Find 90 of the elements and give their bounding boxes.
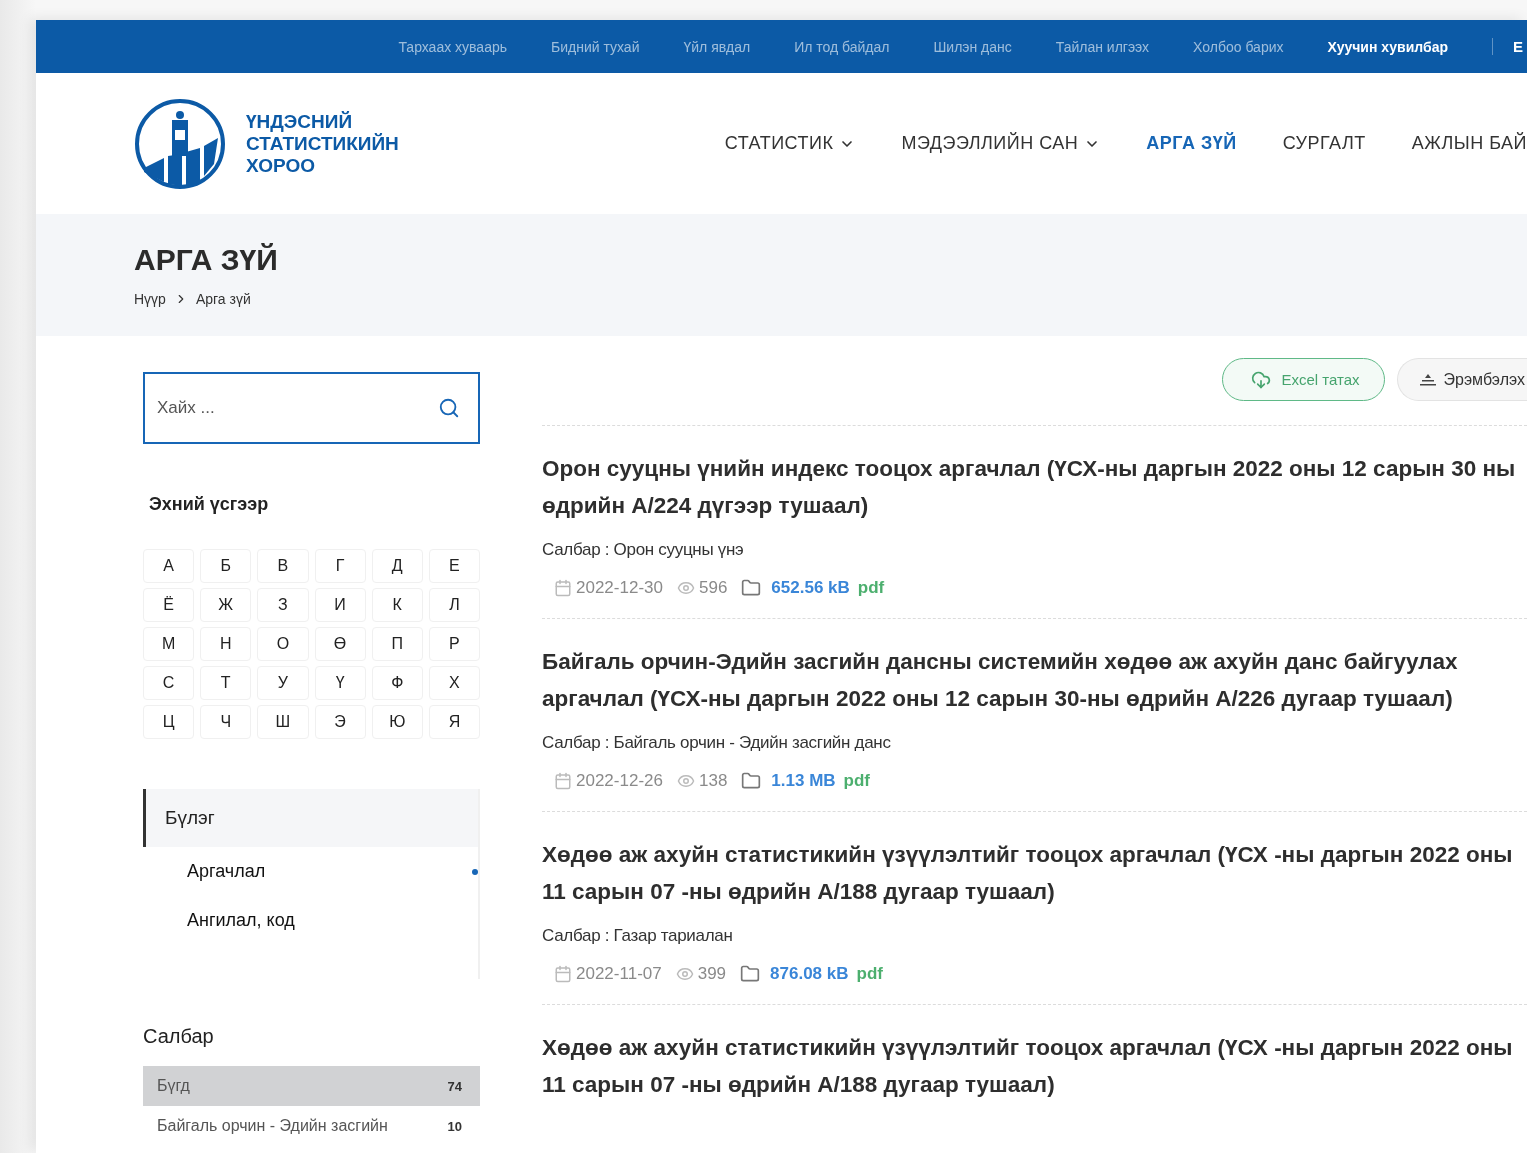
letter-button[interactable]: Ф	[371, 666, 423, 700]
folder-icon	[740, 964, 761, 984]
document-title[interactable]: Хөдөө аж ахуйн статистикийн үзүүлэлтийг тооцох аргачлал (ҮСХ -ны даргын 2022 оны 11 сарын 07 -ны өдрийн А/188 дугаар тушаал)	[542, 1029, 1527, 1103]
letter-button[interactable]: Р	[428, 627, 480, 661]
document-date: 2022-11-07	[576, 964, 662, 984]
search-field[interactable]: Хайх ...	[143, 372, 480, 444]
sort-button[interactable]: Эрэмбэлэх	[1396, 358, 1527, 401]
letter-button[interactable]: Ч	[200, 705, 252, 739]
sector-label: Байгаль орчин - Эдийн засгийн	[157, 1117, 388, 1135]
file-size: 652.56 kB	[771, 578, 850, 598]
eye-icon	[676, 772, 695, 790]
letter-button[interactable]: О	[257, 627, 309, 661]
file-size: 876.08 kB	[770, 964, 849, 984]
folder-icon	[741, 578, 762, 598]
sector-count: 10	[447, 1118, 462, 1134]
letter-button[interactable]: Ж	[200, 588, 252, 622]
letter-button[interactable]: З	[257, 588, 309, 622]
top-link[interactable]: Үйл явдал	[683, 38, 751, 55]
letter-button[interactable]: Ө	[314, 627, 366, 661]
view-count: 399	[697, 964, 727, 984]
search-icon	[438, 397, 460, 419]
letter-button[interactable]: Л	[428, 588, 480, 622]
document-date: 2022-12-26	[576, 771, 663, 791]
calendar-icon	[554, 579, 572, 597]
letter-button[interactable]: Ш	[257, 705, 309, 739]
letter-button[interactable]: К	[371, 588, 423, 622]
eye-icon	[676, 579, 695, 597]
nav-item[interactable]: СТАТИСТИК	[724, 133, 856, 154]
eye-icon	[675, 965, 694, 983]
calendar-icon	[554, 772, 572, 790]
letter-button[interactable]: А	[143, 549, 195, 583]
letter-button[interactable]: С	[143, 666, 195, 700]
letter-button[interactable]: Н	[200, 627, 252, 661]
letters-heading: Эхний үсгээр	[149, 494, 270, 515]
letter-button[interactable]: Б	[200, 549, 252, 583]
letter-button[interactable]: М	[143, 627, 195, 661]
sector-item[interactable]: Байгаль орчин - Эдийн засгийн 10	[143, 1106, 480, 1146]
sector-item[interactable]: Бүгд 74	[143, 1066, 480, 1106]
sector-label: Бүгд	[157, 1077, 190, 1095]
nav-item[interactable]: МЭДЭЭЛЛИЙН САН	[901, 133, 1101, 154]
nav-item[interactable]: СУРГАЛТ	[1282, 133, 1366, 154]
sector-heading: Салбар	[143, 1025, 215, 1048]
letter-button[interactable]: Т	[200, 666, 252, 700]
document-sector: Салбар : Орон сууцны үнэ	[542, 540, 745, 560]
top-link[interactable]: Ил тод байдал	[794, 38, 890, 55]
view-count: 138	[698, 771, 728, 791]
document-date: 2022-12-30	[576, 578, 663, 598]
letter-button[interactable]: Ё	[143, 588, 195, 622]
letter-button[interactable]: В	[257, 549, 309, 583]
group-item[interactable]: Ангилал, код	[187, 910, 295, 931]
view-count: 596	[698, 578, 728, 598]
letter-button[interactable]: Э	[314, 705, 366, 739]
letter-button[interactable]: Г	[314, 549, 366, 583]
logo-text[interactable]: ҮНДЭСНИЙ СТАТИСТИКИЙН ХОРОО	[246, 110, 399, 177]
letter-button[interactable]: Ю	[371, 705, 423, 739]
group-item[interactable]: Аргачлал	[187, 861, 266, 882]
document-title[interactable]: Байгаль орчин-Эдийн засгийн дансны системийн хөдөө аж ахуйн данс байгуулах аргачлал (ҮСХ-ны даргын 2022 оны 12 сарын 30-ны өдрийн А/226 дугаар тушаал)	[542, 643, 1527, 717]
letter-button[interactable]: И	[314, 588, 366, 622]
document-title[interactable]: Хөдөө аж ахуйн статистикийн үзүүлэлтийг тооцох аргачлал (ҮСХ -ны даргын 2022 оны 11 сарын 07 -ны өдрийн А/188 дугаар тушаал)	[542, 836, 1527, 910]
sector-count: 74	[447, 1078, 462, 1094]
breadcrumb-link[interactable]: Арга зүй	[195, 291, 251, 307]
letter-button[interactable]: Я	[428, 705, 480, 739]
file-size: 1.13 MB	[771, 771, 836, 791]
document-sector: Салбар : Газар тариалан	[542, 926, 734, 946]
letter-button[interactable]: Е	[428, 549, 480, 583]
letter-button[interactable]: У	[257, 666, 309, 700]
top-link[interactable]: Хуучин хувилбар	[1327, 38, 1448, 55]
top-link[interactable]: Холбоо барих	[1193, 38, 1284, 55]
page-title: АРГА ЗҮЙ	[134, 243, 279, 277]
top-link[interactable]: Тайлан илгээх	[1055, 38, 1150, 55]
top-link[interactable]: Бидний тухай	[551, 38, 640, 55]
breadcrumb-link[interactable]: Нүүр	[134, 291, 166, 307]
folder-icon	[741, 771, 762, 791]
document-sector: Салбар : Байгаль орчин - Эдийн засгийн данс	[542, 733, 892, 753]
top-link[interactable]: Шилэн данс	[933, 38, 1012, 55]
top-link[interactable]: Тархаах хуваарь	[398, 38, 507, 55]
language-link[interactable]: E	[1492, 38, 1527, 55]
nav-item[interactable]: АРГА ЗҮЙ	[1146, 133, 1237, 154]
group-heading: Бүлэг	[143, 789, 478, 847]
letter-button[interactable]: Ц	[143, 705, 195, 739]
cloud-download-icon	[1251, 369, 1272, 390]
letter-button[interactable]: Х	[428, 666, 480, 700]
nav-item[interactable]: АЖЛЫН БАЙ	[1411, 133, 1527, 154]
sort-icon	[1419, 373, 1436, 386]
emblem-logo-icon	[134, 97, 226, 190]
document-title[interactable]: Орон сууцны үнийн индекс тооцох аргачлал (ҮСХ-ны даргын 2022 оны 12 сарын 30 ны өдрийн А/224 дүгээр тушаал)	[542, 450, 1527, 524]
letter-button[interactable]: Ү	[314, 666, 366, 700]
calendar-icon	[554, 965, 572, 983]
letter-button[interactable]: П	[371, 627, 423, 661]
letter-button[interactable]: Д	[371, 549, 423, 583]
